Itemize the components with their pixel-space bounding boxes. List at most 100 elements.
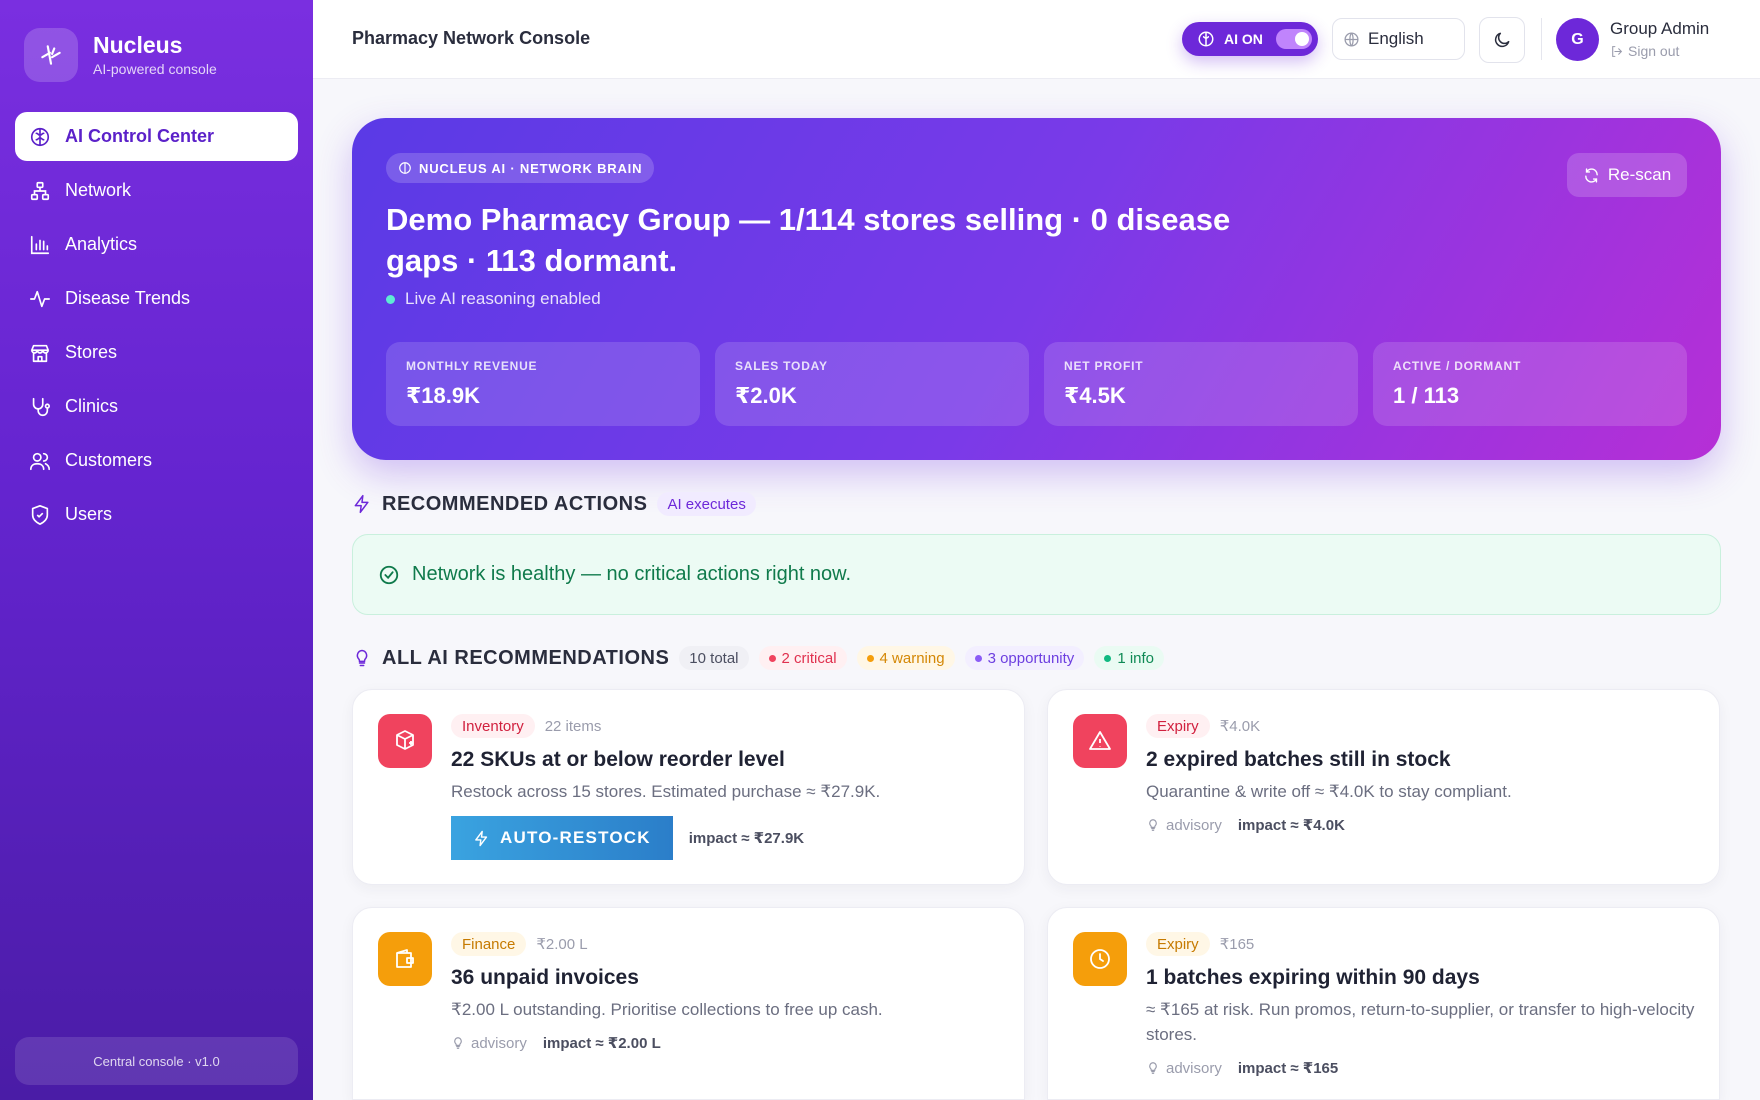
sidebar-item-ai-control-center[interactable]: AI Control Center: [15, 112, 298, 161]
sidebar-item-label: Clinics: [65, 396, 119, 416]
hero-chip-label: NUCLEUS AI · NETWORK BRAIN: [419, 160, 643, 176]
sidebar-item-label: Network: [65, 180, 132, 200]
healthy-banner: Network is healthy — no critical actions…: [352, 534, 1721, 615]
recommendation-card-expired: Expiry ₹4.0K 2 expired batches still in …: [1047, 689, 1720, 885]
critical-filter-pill[interactable]: 2 critical: [758, 646, 847, 670]
rescan-button[interactable]: Re-scan: [1567, 153, 1687, 197]
ai-toggle-switch[interactable]: [1276, 29, 1312, 49]
ai-executes-badge: AI executes: [657, 492, 756, 516]
sidebar-item-users[interactable]: Users: [15, 490, 298, 539]
opportunity-filter-pill[interactable]: 3 opportunity: [964, 646, 1085, 670]
avatar[interactable]: G: [1556, 18, 1599, 61]
users-icon: [30, 452, 50, 470]
sidebar-item-label: AI Control Center: [65, 126, 215, 146]
moon-icon: [1494, 32, 1510, 48]
page-title: Pharmacy Network Console: [352, 28, 591, 48]
card-description: Restock across 15 stores. Estimated purc…: [451, 782, 881, 801]
advisory-text: advisory: [1166, 1059, 1222, 1077]
ai-toggle[interactable]: AI ON: [1182, 22, 1318, 56]
theme-toggle-button[interactable]: [1479, 17, 1525, 63]
rescan-label: Re-scan: [1607, 165, 1672, 184]
impact-value: impact ≈ ₹165: [1237, 1060, 1339, 1077]
lightbulb-icon: [1149, 819, 1157, 831]
hero-banner: NUCLEUS AI · NETWORK BRAIN Demo Pharmacy…: [352, 118, 1721, 460]
stat-monthly-revenue: MONTHLY REVENUE ₹18.9K: [386, 342, 700, 426]
advisory-text: advisory: [1166, 816, 1222, 834]
stat-active-dormant: ACTIVE / DORMANT 1 / 113: [1373, 342, 1687, 426]
lightbulb-icon: [454, 1037, 462, 1049]
hero-chip: NUCLEUS AI · NETWORK BRAIN: [386, 153, 655, 183]
category-tag: Finance: [451, 932, 527, 956]
critical-count: 2 critical: [781, 649, 837, 667]
brand-subtitle: AI-powered console: [93, 61, 217, 78]
clock-icon: [1073, 932, 1127, 986]
impact-value: impact ≈ ₹27.9K: [688, 830, 805, 847]
info-dot: [1104, 654, 1112, 662]
stethoscope-icon: [32, 397, 50, 416]
sidebar-item-label: Stores: [65, 342, 118, 362]
bar-chart-icon: [30, 235, 50, 254]
category-tag: Inventory: [451, 714, 535, 738]
sidebar-item-label: Customers: [65, 450, 153, 470]
recommended-actions-header: RECOMMENDED ACTIONS AI executes: [352, 492, 756, 516]
sidebar-item-customers[interactable]: Customers: [15, 436, 298, 485]
advisory-text: advisory: [471, 1034, 527, 1052]
stat-value: ₹4.5K: [1064, 383, 1126, 408]
stat-value: ₹18.9K: [406, 383, 481, 408]
network-icon: [30, 181, 50, 200]
section-title: ALL AI RECOMMENDATIONS: [382, 646, 670, 669]
stat-sales-today: SALES TODAY ₹2.0K: [715, 342, 1029, 426]
sign-out-link[interactable]: Sign out: [1610, 43, 1679, 59]
advisory-label: advisory: [451, 1035, 527, 1052]
sidebar-item-clinics[interactable]: Clinics: [15, 382, 298, 431]
card-description: ≈ ₹165 at risk. Run promos, return-to-su…: [1146, 1000, 1695, 1044]
sidebar-item-analytics[interactable]: Analytics: [15, 220, 298, 269]
section-title: RECOMMENDED ACTIONS: [382, 492, 648, 515]
all-recommendations-header: ALL AI RECOMMENDATIONS 10 total 2 critic…: [352, 646, 1165, 670]
card-description: Quarantine & write off ≈ ₹4.0K to stay c…: [1146, 782, 1512, 801]
lightbulb-icon: [356, 649, 368, 667]
advisory-label: advisory: [1146, 1060, 1222, 1077]
brain-icon: [1198, 31, 1214, 47]
info-filter-pill[interactable]: 1 info: [1094, 646, 1165, 670]
alert-triangle-icon: [1073, 714, 1127, 768]
advisory-label: advisory: [1146, 817, 1222, 834]
recommendation-card-inventory: Inventory 22 items 22 SKUs at or below r…: [352, 689, 1025, 885]
globe-icon: [1344, 31, 1359, 47]
healthy-message: Network is healthy — no critical actions…: [412, 563, 852, 585]
card-meta: ₹2.00 L: [536, 936, 588, 953]
auto-restock-button[interactable]: AUTO-RESTOCK: [451, 816, 673, 860]
recommendation-card-finance: Finance ₹2.00 L 36 unpaid invoices ₹2.00…: [352, 907, 1025, 1100]
lightning-icon: [475, 830, 488, 846]
card-title: 1 batches expiring within 90 days: [1146, 966, 1480, 989]
live-status-label: Live AI reasoning enabled: [405, 289, 601, 308]
brand-name: Nucleus: [93, 31, 183, 58]
sidebar-item-disease-trends[interactable]: Disease Trends: [15, 274, 298, 323]
recommendation-card-expiring: Expiry ₹165 1 batches expiring within 90…: [1047, 907, 1720, 1100]
sidebar-item-network[interactable]: Network: [15, 166, 298, 215]
language-select[interactable]: English: [1332, 18, 1465, 60]
brand: Nucleus AI-powered console: [24, 28, 217, 82]
user-name: Group Admin: [1610, 19, 1710, 38]
opportunity-count: 3 opportunity: [987, 649, 1075, 667]
stat-value: 1 / 113: [1393, 383, 1460, 408]
refresh-icon: [1584, 167, 1598, 183]
sidebar: Nucleus AI-powered console AI Control Ce…: [0, 0, 313, 1100]
impact-value: impact ≈ ₹2.00 L: [542, 1035, 661, 1052]
sidebar-item-label: Users: [65, 504, 113, 524]
total-count-badge: 10 total: [679, 646, 749, 670]
brain-icon: [399, 162, 411, 174]
live-status: Live AI reasoning enabled: [386, 289, 601, 309]
warning-filter-pill[interactable]: 4 warning: [856, 646, 955, 670]
stat-label: NET PROFIT: [1064, 359, 1144, 373]
sidebar-nav: AI Control Center Network Analytics Dise…: [15, 112, 298, 544]
lightning-icon: [354, 494, 369, 514]
stat-net-profit: NET PROFIT ₹4.5K: [1044, 342, 1358, 426]
critical-dot: [768, 654, 776, 662]
hero-stats: MONTHLY REVENUE ₹18.9K SALES TODAY ₹2.0K…: [386, 342, 1687, 426]
card-meta: ₹165: [1219, 936, 1255, 953]
warning-count: 4 warning: [879, 649, 945, 667]
package-icon: [378, 714, 432, 768]
sign-out-label: Sign out: [1628, 43, 1680, 59]
sidebar-item-stores[interactable]: Stores: [15, 328, 298, 377]
